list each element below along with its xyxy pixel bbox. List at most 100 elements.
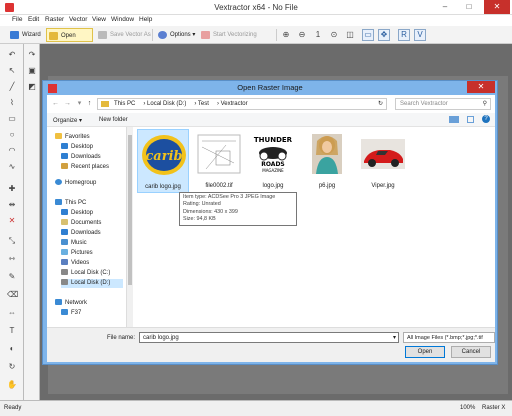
pointer-icon[interactable]: ↖ (7, 66, 17, 76)
menu-help[interactable]: Help (139, 16, 152, 23)
menu-vector[interactable]: Vector (69, 16, 87, 23)
delete-tool-icon[interactable]: ✕ (7, 216, 17, 226)
zoom-in-icon[interactable]: ⊕ (281, 30, 291, 40)
transform-tool-icon[interactable]: ⤡ (7, 236, 17, 246)
hand-tool-icon[interactable]: ✋ (7, 380, 17, 390)
close-icon[interactable]: ✕ (484, 0, 510, 14)
zoom-1-icon[interactable]: 1 (313, 30, 323, 40)
split-tool-icon[interactable]: ⇹ (7, 200, 17, 210)
file-info-tooltip: Item type: ACDSee Pro 3 JPEG Image Ratin… (179, 192, 297, 226)
curve-tool-icon[interactable]: ∿ (7, 162, 17, 172)
file-item[interactable]: THUNDER ROADS MAGAZINE logo.jpg (247, 129, 299, 193)
undo-icon[interactable]: ↶ (7, 50, 17, 60)
line-tool-icon[interactable]: ╱ (7, 82, 17, 92)
nav-pc-desktop[interactable]: Desktop (61, 209, 93, 218)
file-item[interactable]: file0002.tif (193, 129, 245, 193)
nav-this-pc[interactable]: This PC (55, 199, 86, 208)
eraser-tool-icon[interactable]: ⌫ (7, 290, 18, 300)
recent-dropdown-icon[interactable]: ▾ (75, 99, 84, 108)
back-icon[interactable]: ← (51, 99, 60, 108)
circle-tool-icon[interactable]: ○ (7, 130, 17, 140)
address-bar[interactable]: This PC › Local Disk (D:) › Test › Vextract… (97, 98, 387, 110)
file-name-input[interactable]: carib logo.jpg ▾ (139, 332, 399, 343)
text-tool-icon[interactable]: T (7, 326, 17, 336)
menu-window[interactable]: Window (111, 16, 134, 23)
organize-button[interactable]: Organize ▾ (53, 117, 82, 124)
music-icon (61, 239, 68, 245)
up-icon[interactable]: ↑ (85, 99, 94, 108)
polyline-tool-icon[interactable]: ⌇ (7, 98, 17, 108)
rect-tool-icon[interactable]: ▭ (7, 114, 17, 124)
nav-homegroup[interactable]: Homegroup (55, 179, 96, 188)
rotate-tool-icon[interactable]: ↻ (7, 362, 17, 372)
nav-f37[interactable]: F37 (61, 309, 81, 318)
nav-network[interactable]: Network (55, 299, 87, 308)
nav-local-d[interactable]: Local Disk (D:) (61, 279, 123, 288)
search-input[interactable]: Search Vextractor ⚲ (395, 98, 491, 110)
main-toolbar: Wizard Open Image Save Vector As Options… (0, 26, 512, 53)
menu-view[interactable]: View (92, 16, 106, 23)
nav-favorites[interactable]: Favorites (55, 133, 90, 142)
open-button[interactable]: Open (405, 346, 445, 358)
measure-tool-icon[interactable]: ⇔ (7, 308, 17, 318)
menu-edit[interactable]: Edit (28, 16, 39, 23)
dialog-close-icon[interactable]: ✕ (467, 81, 495, 93)
maximize-icon[interactable]: □ (458, 0, 480, 14)
view-options-icon[interactable] (449, 116, 459, 123)
nav-pc-downloads[interactable]: Downloads (61, 229, 101, 238)
file-item[interactable]: carib carib logo.jpg (137, 129, 189, 193)
nav-label: Music (71, 240, 87, 246)
raster-mode-icon[interactable]: R (398, 29, 410, 41)
zoom-window-icon[interactable]: ◫ (345, 30, 355, 40)
nav-recent-places[interactable]: Recent places (61, 163, 109, 172)
breadcrumb-test[interactable]: Test (198, 101, 209, 107)
redo-icon[interactable]: ↷ (27, 50, 37, 60)
cancel-button[interactable]: Cancel (451, 346, 491, 358)
menu-raster[interactable]: Raster (45, 16, 64, 23)
nav-scrollbar[interactable] (127, 127, 133, 327)
refresh-icon[interactable]: ↻ (378, 99, 383, 110)
nav-pictures[interactable]: Pictures (61, 249, 93, 258)
file-item[interactable]: p6.jpg (301, 129, 353, 193)
file-name: file0002.tif (205, 183, 233, 189)
scrollbar-thumb[interactable] (128, 135, 132, 285)
nav-desktop[interactable]: Desktop (61, 143, 93, 152)
breadcrumb-vextractor[interactable]: Vextractor (221, 101, 248, 107)
new-folder-button[interactable]: New folder (99, 117, 128, 123)
node-tool-icon[interactable]: ✚ (7, 184, 17, 194)
zoom-fit-icon[interactable]: ⊙ (329, 30, 339, 40)
navigation-pane: Favorites Desktop Downloads Recent place… (47, 127, 127, 327)
menu-file[interactable]: File (12, 16, 22, 23)
preview-pane-icon[interactable] (467, 116, 474, 123)
forward-icon[interactable]: → (63, 99, 72, 108)
pencil-tool-icon[interactable]: ✎ (7, 272, 17, 282)
zoom-out-icon[interactable]: ⊖ (297, 30, 307, 40)
toolbar-divider (276, 29, 277, 41)
nav-local-c[interactable]: Local Disk (C:) (61, 269, 110, 278)
options-button[interactable]: Options ▾ (156, 28, 195, 42)
wizard-button[interactable]: Wizard (8, 28, 41, 42)
breadcrumb-local-disk[interactable]: Local Disk (D:) (147, 101, 186, 107)
arc-tool-icon[interactable]: ◠ (7, 146, 17, 156)
nav-documents[interactable]: Documents (61, 219, 101, 228)
save-vector-button[interactable]: Save Vector As (96, 28, 151, 42)
nav-videos[interactable]: Videos (61, 259, 89, 268)
file-item[interactable]: Viper.jpg (357, 129, 409, 193)
nav-label: F37 (71, 310, 82, 316)
start-vectorizing-button[interactable]: Start Vectorizing (199, 28, 257, 42)
align-tool-icon[interactable]: ⇿ (7, 254, 17, 264)
open-image-button[interactable]: Open Image (46, 28, 93, 53)
help-icon[interactable]: ? (482, 115, 490, 123)
nav-downloads[interactable]: Downloads (61, 153, 101, 162)
fill-tool-icon[interactable]: ◐ (7, 344, 17, 354)
image-tool-icon[interactable]: ▣ (27, 66, 37, 76)
chevron-down-icon[interactable]: ▾ (393, 333, 396, 343)
vector-mode-icon[interactable]: V (414, 29, 426, 41)
nav-music[interactable]: Music (61, 239, 87, 248)
layer-tool-icon[interactable]: ◩ (27, 82, 37, 92)
file-type-select[interactable]: All Image Files (*.bmp;*.jpg;*.tif (403, 332, 495, 343)
select-tool-icon[interactable]: ▭ (362, 29, 374, 41)
move-tool-icon[interactable]: ✥ (378, 29, 390, 41)
breadcrumb-this-pc[interactable]: This PC (114, 101, 135, 107)
minimize-icon[interactable]: – (434, 0, 456, 14)
